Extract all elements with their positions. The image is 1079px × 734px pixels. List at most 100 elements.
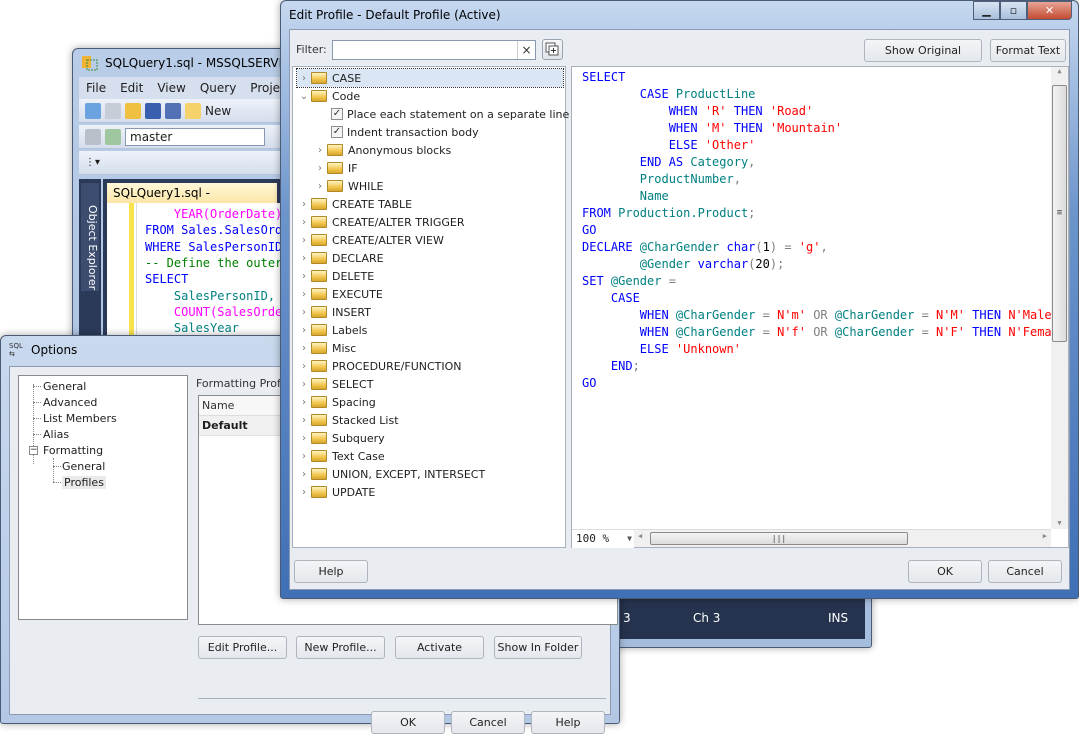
tree-folder-item[interactable]: › SELECT <box>297 375 373 393</box>
options-cancel-button[interactable]: Cancel <box>451 711 525 734</box>
show-in-folder-button[interactable]: Show In Folder <box>494 636 582 659</box>
show-original-sample-button[interactable]: Show Original Sample <box>864 39 982 78</box>
tree-folder-item[interactable]: › UPDATE <box>297 483 375 501</box>
options-tree-formatting-general[interactable]: General <box>62 460 105 473</box>
toolbar-overflow-icon[interactable]: ⋮▾ <box>85 157 100 168</box>
edit-profile-button[interactable]: Edit Profile... <box>198 636 287 659</box>
tree-folder-item[interactable]: › CREATE/ALTER VIEW <box>297 231 444 249</box>
tree-folder-item[interactable]: › CASE <box>296 68 564 88</box>
preview-vertical-scrollbar[interactable]: ▲ ≡ ▼ <box>1051 67 1068 529</box>
chevron-down-icon[interactable]: ⌄ <box>297 91 311 102</box>
options-tree-list-members[interactable]: List Members <box>43 412 117 425</box>
connect-icon[interactable] <box>85 128 101 145</box>
tree-folder-item[interactable]: › Spacing <box>297 393 376 411</box>
edit-profile-help-button[interactable]: Help <box>294 560 368 583</box>
format-text-button[interactable]: Format Text <box>990 39 1066 62</box>
chevron-right-icon[interactable]: › <box>313 181 327 192</box>
tree-folder-item[interactable]: › UNION, EXCEPT, INTERSECT <box>297 465 485 483</box>
menu-edit[interactable]: Edit <box>113 81 150 95</box>
chevron-right-icon[interactable]: › <box>297 253 311 264</box>
horizontal-scroll-thumb[interactable]: ||| <box>650 532 908 545</box>
chevron-right-icon[interactable]: › <box>297 469 311 480</box>
chevron-right-icon[interactable]: › <box>297 415 311 426</box>
menu-view[interactable]: View <box>150 81 192 95</box>
scroll-right-icon[interactable]: ▶ <box>1043 532 1047 540</box>
filter-input[interactable]: × <box>332 40 536 60</box>
scroll-left-icon[interactable]: ◀ <box>638 532 642 540</box>
chevron-right-icon[interactable]: › <box>313 145 327 156</box>
chevron-right-icon[interactable]: › <box>297 433 311 444</box>
save-icon[interactable] <box>145 102 161 119</box>
options-tree-general[interactable]: General <box>43 380 86 393</box>
minimize-button[interactable]: ▁ <box>973 1 1000 20</box>
chevron-right-icon[interactable]: › <box>297 307 311 318</box>
tree-folder-item[interactable]: › DECLARE <box>297 249 384 267</box>
object-explorer-tab[interactable]: Object Explorer <box>81 183 99 291</box>
close-button[interactable]: ✕ <box>1027 1 1072 20</box>
chevron-right-icon[interactable]: › <box>297 397 311 408</box>
edit-profile-ok-button[interactable]: OK <box>908 560 982 583</box>
tree-folder-item[interactable]: › WHILE <box>313 177 383 195</box>
scroll-down-icon[interactable]: ▼ <box>1051 519 1068 527</box>
tree-folder-item[interactable]: › Labels <box>297 321 367 339</box>
chevron-right-icon[interactable]: › <box>297 487 311 498</box>
tree-folder-item[interactable]: › IF <box>313 159 358 177</box>
chevron-right-icon[interactable]: › <box>297 451 311 462</box>
tree-folder-item[interactable]: › DELETE <box>297 267 374 285</box>
save-all-icon[interactable] <box>165 102 181 119</box>
new-profile-button[interactable]: New Profile... <box>296 636 385 659</box>
options-help-button[interactable]: Help <box>531 711 605 734</box>
expand-all-button[interactable] <box>542 39 563 60</box>
chevron-right-icon[interactable]: › <box>297 73 311 84</box>
new-query-button[interactable]: New <box>205 104 231 118</box>
tree-folder-item[interactable]: › PROCEDURE/FUNCTION <box>297 357 462 375</box>
options-tree-advanced[interactable]: Advanced <box>43 396 97 409</box>
tree-folder-item[interactable]: › Subquery <box>297 429 385 447</box>
open-folder-icon[interactable] <box>125 102 141 119</box>
menu-file[interactable]: File <box>79 81 113 95</box>
options-tree-formatting[interactable]: Formatting <box>43 444 103 457</box>
chevron-right-icon[interactable]: › <box>297 217 311 228</box>
tree-folder-item[interactable]: › CREATE TABLE <box>297 195 412 213</box>
scroll-up-icon[interactable]: ▲ <box>1051 67 1068 75</box>
maximize-button[interactable]: ▫ <box>1000 1 1027 20</box>
checkbox[interactable]: ✓ <box>331 126 343 138</box>
zoom-level-select[interactable]: 100 % ▼ <box>572 530 634 548</box>
tree-folder-item[interactable]: › INSERT <box>297 303 371 321</box>
chevron-right-icon[interactable]: › <box>297 325 311 336</box>
tree-folder-item[interactable]: › EXECUTE <box>297 285 383 303</box>
tree-folder-item[interactable]: ⌄ Code <box>297 87 360 105</box>
checkbox[interactable]: ✓ <box>331 108 343 120</box>
clear-filter-icon[interactable]: × <box>517 41 535 59</box>
options-tree-profiles[interactable]: Profiles <box>62 476 106 489</box>
menu-query[interactable]: Query <box>193 81 243 95</box>
tree-folder-item[interactable]: › Anonymous blocks <box>313 141 451 159</box>
chevron-right-icon[interactable]: › <box>297 235 311 246</box>
chevron-right-icon[interactable]: › <box>313 163 327 174</box>
tree-folder-item[interactable]: › CREATE/ALTER TRIGGER <box>297 213 465 231</box>
edit-profile-cancel-button[interactable]: Cancel <box>988 560 1062 583</box>
options-ok-button[interactable]: OK <box>371 711 445 734</box>
tree-folder-item[interactable]: › Stacked List <box>297 411 399 429</box>
new-query-icon[interactable] <box>185 102 201 119</box>
chevron-right-icon[interactable]: › <box>297 199 311 210</box>
new-project-icon[interactable] <box>85 102 101 119</box>
tree-folder-item[interactable]: › Text Case <box>297 447 385 465</box>
tree-option-item[interactable]: ✓ Indent transaction body <box>331 123 479 141</box>
vertical-scroll-thumb[interactable]: ≡ <box>1052 85 1067 342</box>
chevron-right-icon[interactable]: › <box>297 271 311 282</box>
query-document-tab[interactable]: SQLQuery1.sql - MS...12.master <box>107 183 277 220</box>
tree-folder-item[interactable]: › Misc <box>297 339 356 357</box>
sql-preview-pane[interactable]: SELECT CASE ProductLine WHEN 'R' THEN 'R… <box>571 66 1069 548</box>
activate-button[interactable]: Activate <box>395 636 484 659</box>
chevron-right-icon[interactable]: › <box>297 379 311 390</box>
collapse-formatting-icon[interactable]: − <box>29 446 38 455</box>
chevron-right-icon[interactable]: › <box>297 289 311 300</box>
tree-option-item[interactable]: ✓ Place each statement on a separate line <box>331 105 569 123</box>
options-tree-alias[interactable]: Alias <box>43 428 69 441</box>
database-selector[interactable]: master <box>125 127 265 146</box>
disconnect-icon[interactable] <box>105 128 121 145</box>
add-item-icon[interactable] <box>105 102 121 119</box>
chevron-right-icon[interactable]: › <box>297 343 311 354</box>
edit-profile-titlebar[interactable]: Edit Profile - Default Profile (Active) <box>281 1 1078 29</box>
